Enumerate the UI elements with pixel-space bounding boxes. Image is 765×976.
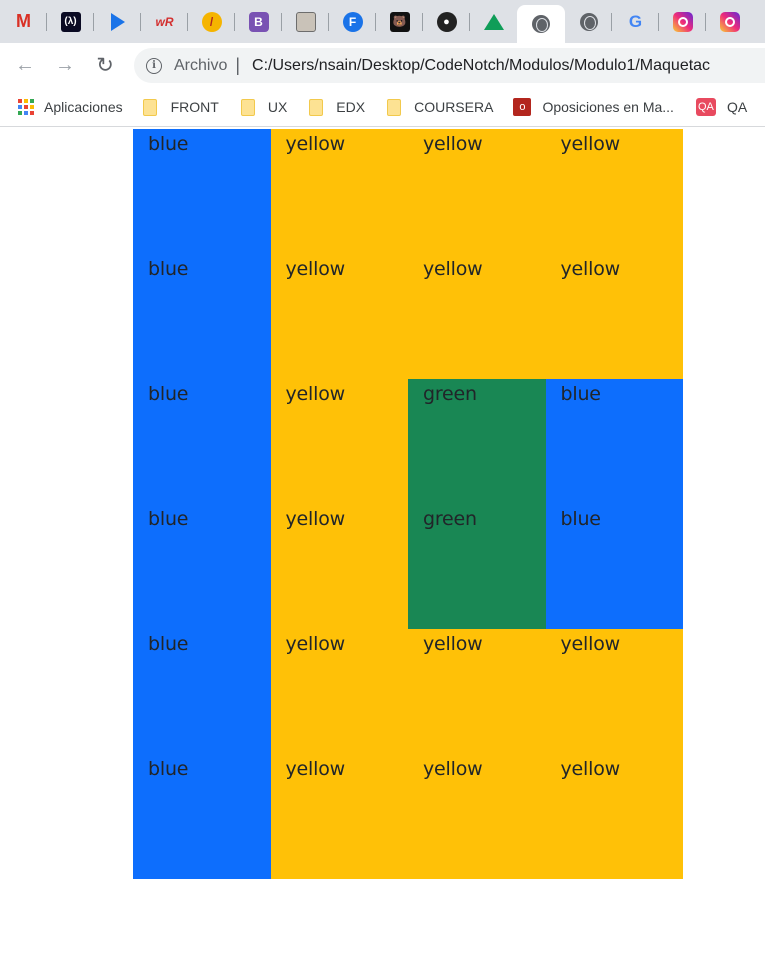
github-icon: ●	[436, 11, 457, 32]
grid-cell-blue: blue	[133, 504, 271, 629]
grid-cell-blue: blue	[133, 629, 271, 754]
folder-icon	[240, 98, 255, 116]
qa-icon: QA	[695, 98, 716, 116]
bookmark-edx[interactable]: EDX	[309, 98, 366, 116]
leaf-icon: /	[201, 11, 222, 32]
bookmark-front[interactable]: FRONT	[142, 98, 219, 116]
wordreference-icon: wR	[155, 14, 174, 29]
grid-cell-yellow: yellow	[408, 629, 546, 754]
bookmark-coursera[interactable]: COURSERA	[387, 98, 494, 116]
folder-icon	[309, 98, 324, 116]
bookmark-label: Aplicaciones	[44, 99, 123, 115]
office-icon: o	[513, 98, 532, 116]
info-icon[interactable]: i	[146, 57, 162, 74]
bookmark-qa[interactable]: QA QA	[695, 98, 748, 116]
grid-cell-green: green	[408, 504, 546, 629]
globe-icon	[532, 15, 550, 33]
tab-instagram-2[interactable]	[706, 0, 753, 43]
tab-bootstrap[interactable]: B	[235, 0, 282, 43]
grid-cell-blue: blue	[545, 379, 683, 504]
grid-cell-blue: blue	[545, 504, 683, 629]
grid-cell-yellow: yellow	[545, 129, 683, 254]
instagram-icon	[719, 11, 740, 32]
address-bar[interactable]: i Archivo | C:/Users/nsain/Desktop/CodeN…	[134, 48, 765, 83]
globe-icon	[579, 12, 598, 31]
tab-play[interactable]	[94, 0, 141, 43]
bookmark-label: EDX	[336, 99, 366, 115]
tab-gmail[interactable]: M	[0, 0, 47, 43]
bookmark-oposiciones[interactable]: o Oposiciones en Ma...	[513, 98, 674, 116]
grid-cell-yellow: yellow	[270, 504, 408, 629]
address-divider: |	[235, 55, 241, 75]
browser-toolbar: ← → ↻ i Archivo | C:/Users/nsain/Desktop…	[0, 43, 765, 88]
tab-google-drive[interactable]	[470, 0, 517, 43]
tab-freecodecamp[interactable]: (λ)	[47, 0, 94, 43]
grid-cell-yellow: yellow	[270, 754, 408, 879]
google-drive-icon	[483, 13, 504, 30]
grid-cell-blue: blue	[133, 754, 271, 879]
grid-cell-yellow: yellow	[270, 379, 408, 504]
google-icon: G	[628, 11, 643, 31]
grid-cell-blue: blue	[133, 254, 271, 379]
grid-cell-green: green	[408, 379, 546, 504]
bookmark-label: FRONT	[170, 99, 219, 115]
site-info-label[interactable]: Archivo	[174, 57, 227, 75]
bookmark-label: QA	[726, 99, 748, 115]
forward-button[interactable]: →	[52, 53, 78, 79]
folder-icon	[387, 98, 402, 116]
grid-cell-yellow: yellow	[270, 629, 408, 754]
tab-bear[interactable]: 🐻	[376, 0, 423, 43]
grid-cell-yellow: yellow	[545, 629, 683, 754]
back-button[interactable]: ←	[12, 53, 38, 79]
tab-github[interactable]: ●	[423, 0, 470, 43]
tab-globe[interactable]	[565, 0, 612, 43]
grid-cell-yellow: yellow	[270, 254, 408, 379]
tab-instagram[interactable]	[659, 0, 706, 43]
grid-cell-yellow: yellow	[408, 754, 546, 879]
freecodecamp-icon: (λ)	[60, 11, 81, 32]
tab-leaf[interactable]: /	[188, 0, 235, 43]
tab-strip: M (λ) wR / B F 🐻 ● G	[0, 0, 765, 43]
bookmark-label: UX	[267, 99, 288, 115]
tab-active-local-file[interactable]	[517, 5, 565, 43]
color-grid: blue yellow yellow yellow blue yellow yellow ye…	[133, 129, 683, 879]
play-icon	[110, 12, 125, 31]
bookmarks-bar: Aplicaciones FRONT UX EDX COURSERA o Opo…	[0, 88, 765, 127]
tab-google[interactable]: G	[612, 0, 659, 43]
facebook-icon: F	[342, 11, 363, 32]
grid-cell-yellow: yellow	[545, 254, 683, 379]
grid-cell-yellow: yellow	[408, 129, 546, 254]
grid-cell-yellow: yellow	[270, 129, 408, 254]
bookmark-label: COURSERA	[414, 99, 494, 115]
bear-icon: 🐻	[389, 11, 410, 32]
grid-cell-blue: blue	[133, 129, 271, 254]
folder-icon	[142, 98, 157, 116]
bootstrap-icon: B	[248, 11, 269, 32]
grid-cell-yellow: yellow	[408, 254, 546, 379]
grid-cell-blue: blue	[133, 379, 271, 504]
bookmark-ux[interactable]: UX	[240, 98, 288, 116]
gmail-icon: M	[16, 11, 31, 31]
tab-wordreference[interactable]: wR	[141, 0, 188, 43]
bookmark-label: Oposiciones en Ma...	[542, 99, 674, 115]
bookmark-apps[interactable]: Aplicaciones	[0, 99, 123, 115]
instagram-icon	[672, 11, 693, 32]
grid-cell-yellow: yellow	[545, 754, 683, 879]
tab-facebook[interactable]: F	[329, 0, 376, 43]
tab-picture[interactable]	[282, 0, 329, 43]
url-text[interactable]: C:/Users/nsain/Desktop/CodeNotch/Modulos…	[252, 57, 710, 75]
reload-button[interactable]: ↻	[92, 53, 118, 79]
apps-icon	[18, 99, 34, 115]
picture-icon	[295, 11, 316, 32]
